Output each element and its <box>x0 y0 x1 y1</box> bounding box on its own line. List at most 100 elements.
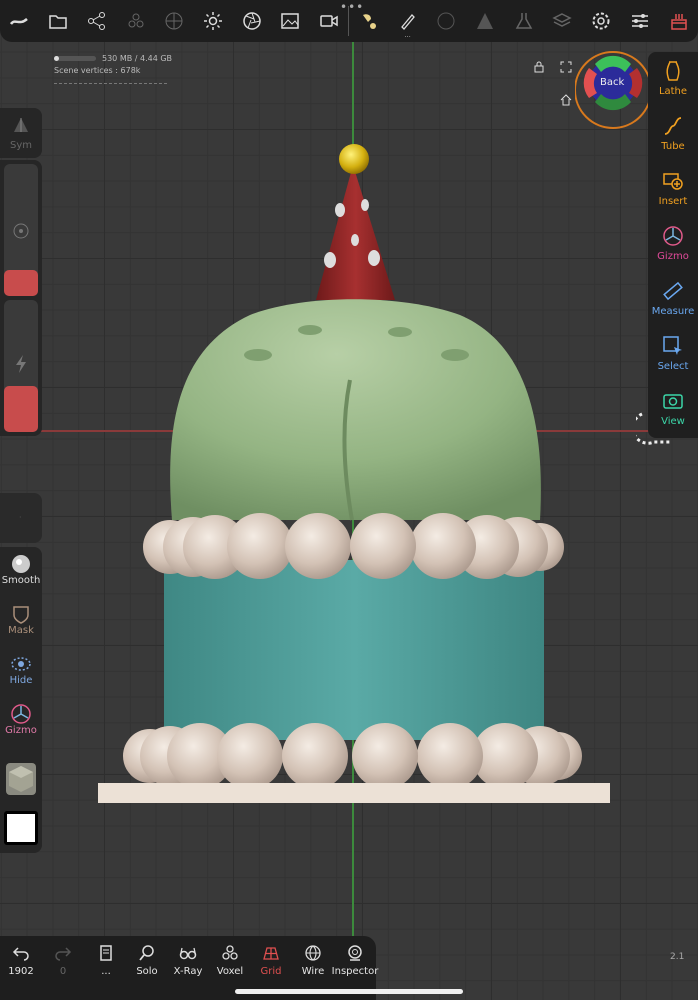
solo-label: Solo <box>136 966 158 977</box>
cake-teal-layer <box>164 560 544 740</box>
radius-slider-fill <box>4 269 38 296</box>
navigation-cube[interactable]: Back <box>574 50 655 130</box>
grid-icon <box>263 947 279 960</box>
warning-triangle-icon[interactable] <box>466 0 505 42</box>
voxel-icon <box>222 945 238 960</box>
lathe-tool[interactable]: Lathe <box>648 60 698 97</box>
gizmo-label-left: Gizmo <box>5 725 37 736</box>
xray-button[interactable]: X-Ray <box>168 944 208 977</box>
flask-icon[interactable] <box>504 0 543 42</box>
wire-label: Wire <box>301 966 325 977</box>
scene-tree-icon[interactable] <box>77 0 116 42</box>
document-icon <box>100 945 112 961</box>
cake-icon[interactable] <box>659 0 698 42</box>
layers-pyramid-icon[interactable] <box>116 0 155 42</box>
wire-button[interactable]: Wire <box>293 944 333 977</box>
aperture-icon[interactable] <box>232 0 271 42</box>
smooth-sphere-icon <box>12 555 30 573</box>
panel-resize-handle[interactable] <box>636 412 676 448</box>
smooth-tool[interactable]: Smooth <box>0 553 42 586</box>
lathe-label: Lathe <box>658 86 688 97</box>
gizmo-icon <box>663 226 683 246</box>
mask-label: Mask <box>8 625 34 636</box>
grid-label: Grid <box>260 966 282 977</box>
tube-label: Tube <box>661 141 685 152</box>
insert-tool[interactable]: Insert <box>648 170 698 207</box>
inspector-button[interactable]: Inspector <box>332 944 378 977</box>
settings-gear-icon[interactable] <box>582 0 621 42</box>
cake-plate <box>98 783 610 803</box>
pen-sub-label: ... <box>404 31 411 39</box>
view-camera-icon <box>663 394 683 409</box>
color-picker[interactable] <box>4 811 38 845</box>
grid-button[interactable]: Grid <box>251 944 291 977</box>
gizmo-label-right: Gizmo <box>657 251 689 262</box>
layers-stack-icon[interactable] <box>543 0 582 42</box>
symmetry-panel: Sym <box>0 108 42 158</box>
memory-usage: 530 MB / 4.44 GB <box>102 54 173 63</box>
hide-label: Hide <box>9 675 33 686</box>
undo-icon <box>12 947 29 961</box>
inspector-icon <box>348 945 362 961</box>
mask-tool[interactable]: Mask <box>0 603 42 636</box>
right-tools-panel: Lathe Tube Insert Gizmo Measure Select V… <box>648 52 698 438</box>
more-button[interactable]: ... <box>86 944 126 977</box>
select-icon <box>663 336 682 355</box>
redo-count: 0 <box>59 966 67 977</box>
fullscreen-icon[interactable] <box>560 61 572 73</box>
xray-label: X-Ray <box>173 966 203 977</box>
lightning-icon <box>16 355 26 373</box>
cake-model[interactable] <box>0 0 698 1000</box>
xray-glasses-icon <box>179 947 197 960</box>
select-tool[interactable]: Select <box>648 335 698 372</box>
memory-bar <box>54 56 96 61</box>
lock-icon[interactable] <box>533 61 545 73</box>
undo-button[interactable]: 1902 <box>1 944 41 977</box>
sun-icon[interactable] <box>194 0 233 42</box>
3d-viewport[interactable] <box>0 0 698 1000</box>
vertex-count: Scene vertices : 678k <box>54 66 141 75</box>
wire-icon <box>305 945 321 961</box>
left-tools-panel: Smooth Mask Hide Gizmo <box>0 547 42 853</box>
sculpt-sphere-icon[interactable] <box>427 0 466 42</box>
more-label: ... <box>101 966 111 977</box>
measure-tool[interactable]: Measure <box>648 280 698 317</box>
lathe-icon <box>666 61 680 81</box>
brush-sliders-panel <box>0 160 42 436</box>
search-icon <box>139 945 154 961</box>
smooth-label: Smooth <box>1 575 41 586</box>
pen-icon[interactable]: ... <box>388 0 427 42</box>
inspector-label: Inspector <box>331 966 379 977</box>
symmetry-icon[interactable] <box>12 116 30 134</box>
paint-brush-icon[interactable] <box>349 0 388 42</box>
measure-icon <box>663 281 683 301</box>
material-preview[interactable] <box>6 763 36 795</box>
hide-icon <box>11 657 31 671</box>
redo-icon <box>55 947 72 961</box>
home-indicator[interactable] <box>235 989 463 994</box>
sliders-icon[interactable] <box>621 0 660 42</box>
empty-slot[interactable]: · <box>0 493 42 543</box>
gizmo-tool-right[interactable]: Gizmo <box>648 225 698 262</box>
select-label: Select <box>657 361 689 372</box>
insert-label: Insert <box>658 196 688 207</box>
voxel-button[interactable]: Voxel <box>210 944 250 977</box>
image-icon[interactable] <box>271 0 310 42</box>
symmetry-label: Sym <box>10 140 33 151</box>
tube-tool[interactable]: Tube <box>648 115 698 152</box>
gizmo-tool-left[interactable]: Gizmo <box>0 703 42 736</box>
redo-button[interactable]: 0 <box>43 944 83 977</box>
top-toolbar: ••• ... <box>0 0 698 42</box>
intensity-slider-fill <box>4 385 38 432</box>
insert-icon <box>663 173 683 190</box>
folder-icon[interactable] <box>39 0 78 42</box>
solo-button[interactable]: Solo <box>127 944 167 977</box>
hide-tool[interactable]: Hide <box>0 653 42 686</box>
measure-label: Measure <box>651 306 695 317</box>
tube-icon <box>664 117 682 135</box>
camera-icon[interactable] <box>310 0 349 42</box>
home-icon[interactable] <box>560 94 572 106</box>
brush-stroke-icon[interactable] <box>0 0 39 42</box>
scene-stats: 530 MB / 4.44 GB Scene vertices : 678k <box>54 53 172 84</box>
material-sphere-icon[interactable] <box>155 0 194 42</box>
